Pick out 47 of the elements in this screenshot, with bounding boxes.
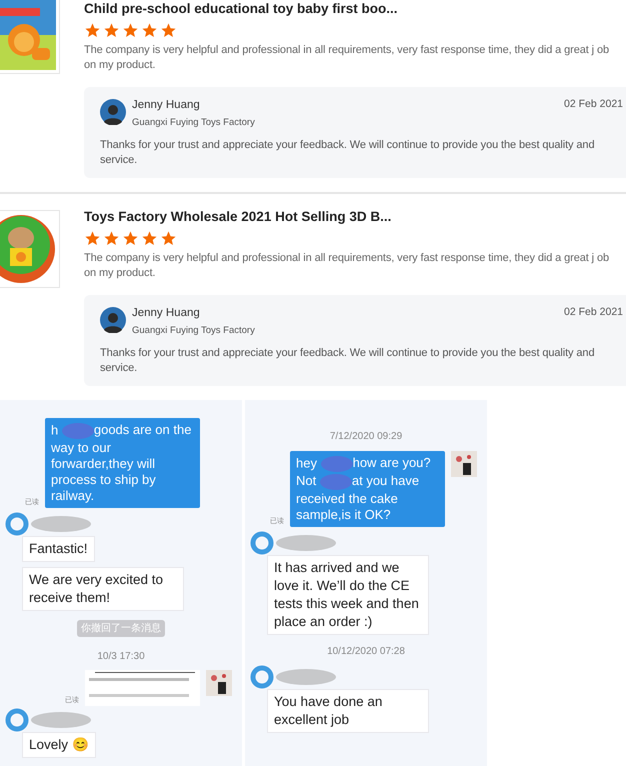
timestamp: 7/12/2020 09:29 xyxy=(330,431,402,442)
smudge-drawing xyxy=(31,515,91,533)
timestamp: 10/12/2020 07:28 xyxy=(327,646,405,657)
replier-name: Jenny Huang xyxy=(132,98,201,113)
star-icon xyxy=(160,22,177,39)
reply-date: 02 Feb 2021 xyxy=(564,305,623,320)
product-title[interactable]: Toys Factory Wholesale 2021 Hot Selling 3D B... xyxy=(84,208,626,226)
message-bubble: You have done an excellent job xyxy=(267,689,429,733)
star-icon xyxy=(141,230,158,247)
message-bubble: h goods are on the way to our forwarder,they will process to ship by railway. xyxy=(45,418,200,508)
smudge-drawing xyxy=(31,711,91,729)
message-bubble: It has arrived and we love it. We’ll do the CE tests this week and then place an order :) xyxy=(267,555,429,635)
ring-icon xyxy=(5,708,29,732)
star-icon xyxy=(141,22,158,39)
product-thumbnail[interactable] xyxy=(0,210,60,288)
timestamp: 10/3 17:30 xyxy=(97,651,145,662)
ring-icon xyxy=(250,531,274,555)
ring-icon xyxy=(250,665,274,689)
star-icon xyxy=(84,22,101,39)
product-title[interactable]: Child pre-school educational toy baby first boo... xyxy=(84,0,626,18)
avatar-icon xyxy=(100,99,126,125)
smudge-drawing xyxy=(276,668,336,686)
message-bubble: hey how are you?Not at you have received the cake sample,is it OK? xyxy=(290,451,445,527)
star-icon xyxy=(122,230,139,247)
reply-text: Thanks for your trust and appreciate your feedback. We will continue to provide you the best quality and service. xyxy=(100,138,596,168)
review-comment: The company is very helpful and professional in all requirements, very fast response time, they did a great j ob on my product. xyxy=(84,251,610,281)
company-name: Guangxi Fuying Toys Factory xyxy=(132,324,256,338)
review-comment: The company is very helpful and professional in all requirements, very fast response time, they did a great j ob on my product. xyxy=(84,43,610,73)
product-thumbnail[interactable] xyxy=(0,0,60,74)
star-icon xyxy=(122,22,139,39)
avatar-icon xyxy=(100,307,126,333)
star-icon xyxy=(103,22,120,39)
message-bubble: Lovely 😊 xyxy=(22,732,96,758)
company-name: Guangxi Fuying Toys Factory xyxy=(132,116,256,130)
star-icon xyxy=(160,230,177,247)
star-icon xyxy=(103,230,120,247)
ring-icon xyxy=(5,512,29,536)
replier-name: Jenny Huang xyxy=(132,306,201,321)
star-icon xyxy=(84,230,101,247)
smudge-drawing xyxy=(276,534,336,552)
message-bubble: Fantastic! xyxy=(22,536,95,562)
smudge-drawing xyxy=(320,473,352,491)
message-bubble: We are very excited to receive them! xyxy=(22,567,184,611)
reply-date: 02 Feb 2021 xyxy=(564,97,623,112)
reply-text: Thanks for your trust and appreciate your feedback. We will continue to provide you the best quality and service. xyxy=(100,346,596,376)
smudge-drawing xyxy=(320,455,353,473)
smudge-drawing xyxy=(62,422,94,440)
